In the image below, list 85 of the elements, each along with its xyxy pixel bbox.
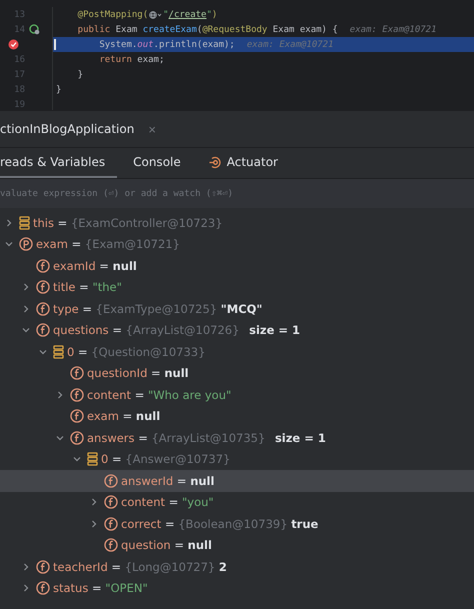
code-text: }	[76, 70, 84, 80]
chevron-right-icon[interactable]	[22, 283, 30, 292]
field-icon	[104, 474, 118, 488]
variable-entry: exam = null	[87, 409, 160, 424]
tree-row[interactable]: examId = null	[0, 255, 474, 276]
tree-row[interactable]: 0 = {Question@10733}	[0, 341, 474, 362]
chevron-down-icon[interactable]	[73, 455, 81, 464]
field-icon	[36, 560, 50, 574]
field-icon	[70, 388, 84, 402]
tree-row[interactable]: questions = {ArrayList@10726} size = 1	[0, 320, 474, 341]
actuator-icon	[208, 156, 222, 168]
variable-entry: teacherId = {Long@10727} 2	[53, 560, 227, 574]
tree-row[interactable]: exam = null	[0, 406, 474, 427]
field-icon	[36, 581, 50, 596]
tree-row[interactable]: content = "Who are you"	[0, 384, 474, 406]
breakpoint-icon[interactable]	[8, 39, 18, 50]
variable-entry: content = "you"	[121, 495, 214, 510]
variable-entry: questionId = null	[87, 366, 189, 380]
parameter-icon	[19, 237, 33, 252]
field-icon	[36, 302, 50, 316]
variable-entry: exam = {Exam@10721}	[36, 237, 180, 252]
field-icon	[104, 516, 118, 531]
field-icon	[70, 430, 84, 445]
variable-entry: correct = {Boolean@10739} true	[121, 516, 318, 531]
variable-entry: questions = {ArrayList@10726} size = 1	[53, 323, 300, 338]
variable-entry: 0 = {Question@10733}	[67, 344, 206, 359]
code-text: @PostMapping(	[76, 10, 148, 20]
field-icon	[104, 495, 118, 510]
tree-row[interactable]: questionId = null	[0, 362, 474, 384]
field-icon	[70, 366, 84, 380]
inline-hint: exam: Exam@10721	[246, 40, 334, 50]
chevron-right-icon[interactable]	[22, 304, 30, 313]
chevron-right-icon[interactable]	[22, 584, 30, 592]
field-icon	[36, 323, 50, 338]
chevron-down-icon[interactable]	[56, 434, 64, 442]
field-icon	[104, 538, 118, 552]
chevron-right-icon[interactable]	[56, 390, 64, 399]
variable-entry: content = "Who are you"	[87, 388, 232, 402]
evaluate-expression-field[interactable]: valuate expression (⏎) or add a watch (⇧⌘⏎)	[0, 179, 474, 208]
field-icon	[70, 409, 84, 424]
globe-icon[interactable]	[149, 10, 162, 18]
tab[interactable]: Console	[121, 148, 193, 178]
chevron-right-icon[interactable]	[22, 562, 30, 571]
stack-icon	[19, 216, 30, 230]
tree-row[interactable]: question = null	[0, 534, 474, 556]
tree-row[interactable]: content = "you"	[0, 492, 474, 513]
chevron-down-icon[interactable]	[39, 348, 47, 356]
code-text: return exam;	[98, 54, 164, 64]
chevron-right-icon[interactable]	[5, 218, 13, 227]
tree-row[interactable]: 0 = {Answer@10737}	[0, 448, 474, 470]
stack-icon	[87, 452, 98, 466]
chevron-down-icon[interactable]	[5, 240, 13, 248]
bean-icon[interactable]	[28, 24, 40, 35]
variable-entry: 0 = {Answer@10737}	[101, 452, 230, 466]
text-caret	[54, 39, 56, 50]
inline-hint: exam: Exam@10721	[350, 24, 436, 34]
tree-row[interactable]: title = "the"	[0, 276, 474, 298]
variable-entry: question = null	[121, 538, 212, 552]
field-icon	[36, 258, 50, 273]
tree-row[interactable]: answerId = null	[0, 470, 474, 492]
code-text: System.out.println(exam);	[98, 40, 235, 50]
code-text: }	[56, 84, 62, 94]
code-text: "/create")	[163, 10, 218, 20]
tree-row[interactable]: teacherId = {Long@10727} 2	[0, 556, 474, 578]
tree-row[interactable]: type = {ExamType@10725} "MCQ"	[0, 298, 474, 320]
variable-entry: title = "the"	[53, 280, 122, 294]
variable-entry: status = "OPEN"	[53, 581, 148, 596]
tree-row[interactable]: correct = {Boolean@10739} true	[0, 513, 474, 534]
variable-entry: this = {ExamController@10723}	[33, 216, 223, 230]
field-icon	[36, 280, 50, 294]
variable-entry: type = {ExamType@10725} "MCQ"	[53, 302, 262, 316]
chevron-right-icon[interactable]	[90, 520, 98, 528]
code-text: public Exam createExam(@RequestBody Exam exam) {	[76, 24, 338, 34]
chevron-down-icon[interactable]	[22, 326, 30, 334]
variable-entry: answerId = null	[121, 474, 214, 488]
tree-row[interactable]: exam = {Exam@10721}	[0, 234, 474, 255]
tree-row[interactable]: this = {ExamController@10723}	[0, 212, 474, 234]
tree-row[interactable]: status = "OPEN"	[0, 578, 474, 599]
variable-entry: answers = {ArrayList@10735} size = 1	[87, 430, 326, 445]
chevron-right-icon[interactable]	[90, 498, 98, 506]
variable-entry: examId = null	[53, 258, 137, 273]
session-title: ctionInBlogApplication	[0, 122, 134, 136]
tree-row[interactable]: answers = {ArrayList@10735} size = 1	[0, 427, 474, 448]
stack-icon	[53, 344, 64, 359]
tab[interactable]: Actuator	[196, 148, 290, 178]
